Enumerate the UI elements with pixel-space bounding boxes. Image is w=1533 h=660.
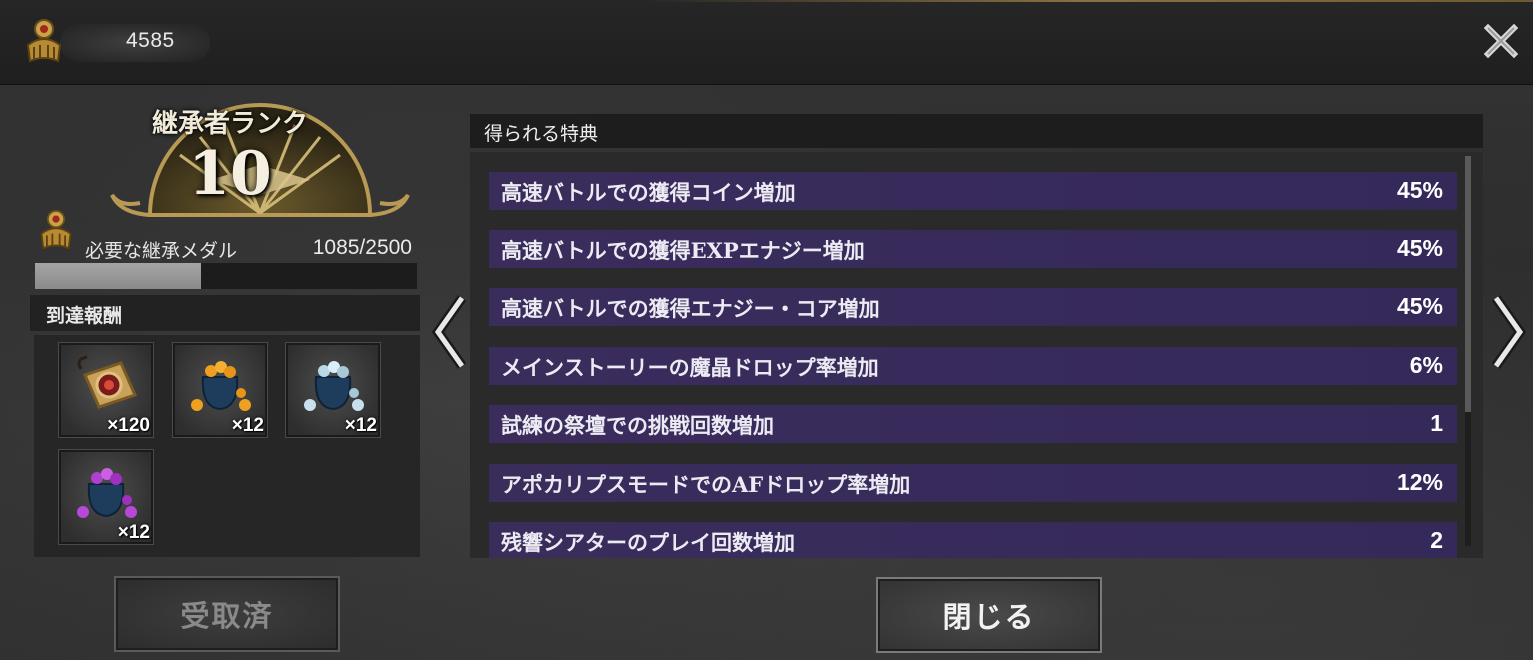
- reward-qty: ×12: [344, 415, 377, 436]
- rank-number: 10: [188, 139, 272, 209]
- benefit-value: 2: [1430, 527, 1443, 553]
- benefit-value: 45%: [1396, 235, 1443, 261]
- benefit-row: 試練の祭壇での挑戦回数増加 1: [489, 405, 1457, 443]
- benefit-name: 試練の祭壇での挑戦回数増加: [501, 413, 774, 438]
- benefit-header: 得られる特典: [470, 114, 1483, 148]
- benefit-value: 45%: [1396, 293, 1443, 319]
- reward-item-silver-pouch[interactable]: ×12: [285, 342, 381, 438]
- medal-count: 1085/2500: [312, 236, 412, 259]
- benefit-scrollbar-thumb[interactable]: [1465, 156, 1471, 412]
- top-bar-accent: [640, 0, 1533, 2]
- benefit-row: 高速バトルでの獲得EXPエナジー増加 45%: [489, 230, 1457, 268]
- benefit-name: 高速バトルでの獲得コイン増加: [501, 180, 796, 205]
- rank-progress-fill: [35, 263, 201, 289]
- top-bar: [0, 0, 1533, 85]
- benefit-name: アポカリプスモードでのAFドロップ率増加: [501, 472, 911, 497]
- received-button: 受取済: [114, 576, 340, 652]
- benefit-header-label: 得られる特典: [484, 123, 599, 145]
- benefit-name: 高速バトルでの獲得EXPエナジー増加: [501, 238, 865, 263]
- reward-item-amulet[interactable]: ×120: [58, 342, 154, 438]
- benefit-name: メインストーリーの魔晶ドロップ率増加: [501, 355, 879, 380]
- medal-icon: [40, 210, 72, 250]
- benefit-name: 残響シアターのプレイ回数増加: [501, 530, 795, 555]
- reward-qty: ×12: [231, 415, 264, 436]
- silver-pouch-icon: [304, 361, 364, 411]
- close-button[interactable]: 閉じる: [876, 577, 1102, 653]
- currency-value: 4585: [126, 29, 175, 52]
- close-icon[interactable]: [1482, 22, 1520, 60]
- purple-pouch-icon: [77, 468, 137, 518]
- benefit-row: アポカリプスモードでのAFドロップ率増加 12%: [489, 464, 1457, 502]
- benefit-row: メインストーリーの魔晶ドロップ率増加 6%: [489, 347, 1457, 385]
- reward-grid: ×120 ×12 ×12 ×12: [34, 335, 420, 557]
- rank-panel: 継承者ランク 10 必要な継承メダル 1085/2500 到達報酬 ×120 ×…: [30, 95, 422, 565]
- medal-requirement-label: 必要な継承メダル: [85, 240, 238, 262]
- benefit-value: 45%: [1396, 177, 1443, 203]
- amulet-icon: [77, 355, 138, 409]
- reward-item-gold-pouch[interactable]: ×12: [172, 342, 268, 438]
- reward-qty: ×12: [117, 522, 150, 543]
- reward-header: 到達報酬: [30, 295, 420, 331]
- benefit-value: 1: [1430, 410, 1443, 436]
- reward-header-label: 到達報酬: [46, 305, 123, 327]
- next-arrow-icon[interactable]: [1488, 292, 1528, 372]
- benefit-row: 残響シアターのプレイ回数増加 2: [489, 522, 1457, 558]
- reward-item-purple-pouch[interactable]: ×12: [58, 449, 154, 545]
- benefit-list[interactable]: 高速バトルでの獲得コイン増加 45% 高速バトルでの獲得EXPエナジー増加 45…: [470, 152, 1483, 558]
- medal-icon: [26, 19, 62, 63]
- rank-progress-bar: [35, 263, 417, 289]
- rank-title: 継承者ランク: [151, 109, 308, 139]
- prev-arrow-icon[interactable]: [430, 292, 470, 372]
- gold-pouch-icon: [191, 361, 251, 411]
- benefit-row: 高速バトルでの獲得エナジー・コア増加 45%: [489, 288, 1457, 326]
- benefit-value: 12%: [1396, 469, 1443, 495]
- reward-qty: ×120: [107, 415, 150, 436]
- benefit-value: 6%: [1409, 352, 1443, 378]
- benefit-scrollbar[interactable]: [1465, 156, 1471, 546]
- benefit-row: 高速バトルでの獲得コイン増加 45%: [489, 172, 1457, 210]
- benefit-name: 高速バトルでの獲得エナジー・コア増加: [501, 296, 880, 321]
